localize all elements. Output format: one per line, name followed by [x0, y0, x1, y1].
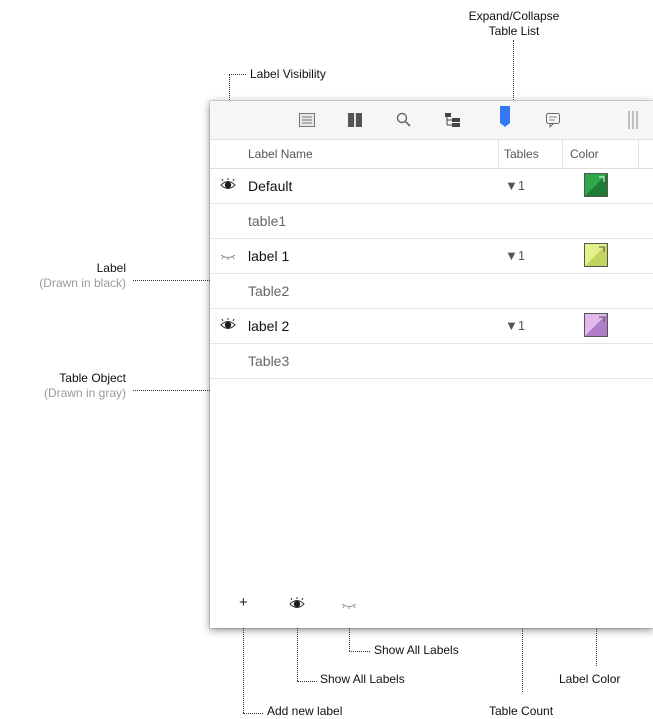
callout-expand-line1: Expand/Collapse — [468, 9, 560, 23]
eye-icon — [289, 597, 305, 608]
eye-closed-icon — [341, 603, 357, 609]
table-count[interactable]: ▼1 — [505, 178, 525, 193]
callout-label-color: Label Color — [559, 672, 621, 686]
bottom-bar: + — [210, 582, 653, 628]
show-all-labels-button[interactable] — [289, 597, 305, 614]
callout-table-count: Table Count — [489, 704, 554, 718]
table-count[interactable]: ▼1 — [505, 318, 525, 333]
callout-label-title: Label — [96, 261, 126, 275]
label-row-default[interactable]: Default ▼1 — [210, 169, 653, 204]
table-name: Table3 — [248, 353, 290, 369]
table-row-table3[interactable]: Table3 — [210, 344, 653, 379]
col-divider — [562, 140, 563, 168]
label-row-label2[interactable]: label 2 ▼1 — [210, 309, 653, 344]
label-name: Default — [248, 178, 293, 194]
labels-panel: Label Name Tables Color Default ▼1 table… — [210, 101, 653, 628]
table-row-table1[interactable]: table1 — [210, 204, 653, 239]
col-divider — [638, 140, 639, 168]
col-label-name[interactable]: Label Name — [248, 147, 313, 161]
callout-label: Label (Drawn in black) — [0, 261, 126, 291]
eye-closed-icon[interactable] — [220, 248, 236, 262]
disclosure-triangle-icon[interactable]: ▼ — [505, 178, 518, 193]
table-row-table2[interactable]: Table2 — [210, 274, 653, 309]
col-divider — [498, 140, 499, 168]
table-count[interactable]: ▼1 — [505, 248, 525, 263]
leader-show2-h — [297, 681, 317, 682]
disclosure-triangle-icon[interactable]: ▼ — [505, 248, 518, 263]
hide-all-labels-button[interactable] — [341, 597, 357, 614]
eye-icon[interactable] — [220, 178, 236, 192]
callout-table-object: Table Object (Drawn in gray) — [0, 371, 126, 401]
callout-label-visibility: Label Visibility — [250, 67, 326, 81]
callout-expand-line2: Table List — [488, 24, 540, 38]
callout-show-all-labels-1: Show All Labels — [374, 643, 459, 657]
column-header: Label Name Tables Color — [210, 140, 653, 169]
toolbar — [210, 101, 653, 140]
book-icon[interactable] — [346, 111, 364, 129]
list-icon[interactable] — [298, 111, 316, 129]
leader-add-h — [243, 713, 263, 714]
table-count-value: 1 — [517, 178, 526, 193]
callout-table-object-sub: (Drawn in gray) — [43, 386, 126, 400]
label-name: label 2 — [248, 318, 290, 334]
tree-icon[interactable] — [444, 111, 462, 129]
label-row-label1[interactable]: label 1 ▼1 — [210, 239, 653, 274]
label-color-swatch[interactable] — [584, 313, 608, 337]
table-name: Table2 — [248, 283, 290, 299]
callout-table-object-title: Table Object — [59, 371, 126, 385]
leader-show1-h — [349, 651, 370, 652]
add-label-button[interactable]: + — [239, 594, 248, 611]
comment-icon[interactable] — [544, 111, 562, 129]
table-name: table1 — [248, 213, 287, 229]
col-color[interactable]: Color — [570, 147, 599, 161]
eye-icon[interactable] — [220, 318, 236, 332]
callout-show-all-labels-2: Show All Labels — [320, 672, 405, 686]
label-name: label 1 — [248, 248, 290, 264]
label-color-swatch[interactable] — [584, 243, 608, 267]
table-count-value: 1 — [517, 318, 526, 333]
callout-label-sub: (Drawn in black) — [39, 276, 126, 290]
col-tables[interactable]: Tables — [504, 147, 539, 161]
divider-icon[interactable] — [624, 111, 642, 129]
label-color-swatch[interactable] — [584, 173, 608, 197]
callout-add-new-label: Add new label — [267, 704, 343, 718]
bookmark-icon[interactable] — [496, 106, 514, 127]
leader-visibility-h — [229, 74, 246, 75]
callout-expand-collapse: Expand/Collapse Table List — [459, 9, 569, 39]
disclosure-triangle-icon[interactable]: ▼ — [505, 318, 518, 333]
search-icon[interactable] — [395, 111, 413, 129]
table-count-value: 1 — [517, 248, 526, 263]
